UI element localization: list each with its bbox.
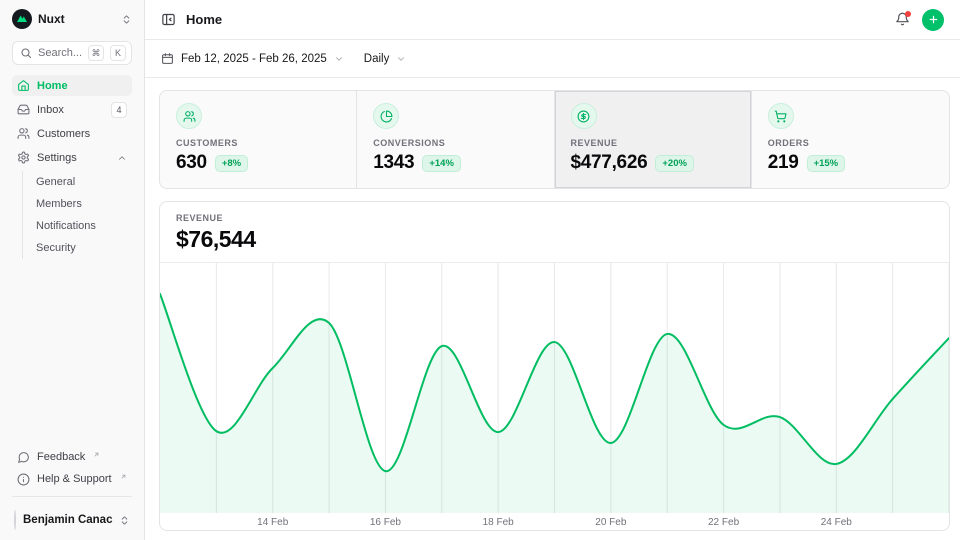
sidebar-item-inbox[interactable]: Inbox 4: [12, 99, 132, 120]
period-select[interactable]: Daily: [364, 53, 407, 65]
chart-value: $76,544: [176, 226, 933, 253]
chart-label: REVENUE: [176, 213, 933, 223]
sidebar-item-notifications[interactable]: Notifications: [36, 215, 132, 237]
stat-card-customers[interactable]: CUSTOMERS 630 +8%: [160, 91, 357, 188]
sidebar: Nuxt Search... ⌘ K Home Inbox 4: [0, 0, 145, 540]
users-icon: [176, 103, 202, 129]
chart-plot-area[interactable]: [160, 263, 949, 513]
delta-badge: +20%: [655, 155, 694, 172]
x-tick: 24 Feb: [821, 517, 852, 528]
workspace-name: Nuxt: [38, 12, 115, 26]
page-title: Home: [186, 12, 222, 27]
x-tick: 20 Feb: [595, 517, 626, 528]
main-panel: Home Feb 12, 2025 - Feb 26, 2025 Daily: [145, 0, 960, 540]
revenue-chart-svg[interactable]: [160, 263, 949, 513]
sidebar-divider: [12, 496, 132, 497]
topbar: Home: [145, 0, 960, 40]
sidebar-nav: Home Inbox 4 Customers Settings Genera: [0, 75, 144, 259]
sidebar-item-customers[interactable]: Customers: [12, 123, 132, 144]
chevron-down-icon: [334, 54, 344, 64]
chart-header: REVENUE $76,544: [160, 202, 949, 263]
message-circle-icon: [17, 451, 30, 464]
add-button[interactable]: [922, 9, 944, 31]
notifications-button[interactable]: [895, 12, 910, 27]
filters-toolbar: Feb 12, 2025 - Feb 26, 2025 Daily: [145, 40, 960, 78]
panel-left-close-icon[interactable]: [161, 12, 176, 27]
search-icon: [20, 47, 32, 59]
kbd-meta: ⌘: [88, 45, 104, 61]
x-tick: 14 Feb: [257, 517, 288, 528]
arrow-up-right-icon: [93, 451, 100, 458]
kbd-key: K: [110, 45, 126, 61]
stat-value: 219: [768, 152, 799, 174]
help-support-link[interactable]: Help & Support: [12, 468, 132, 490]
x-tick: 22 Feb: [708, 517, 739, 528]
chevrons-up-down-icon: [119, 515, 130, 526]
chevron-down-icon: [396, 54, 406, 64]
delta-badge: +14%: [422, 155, 461, 172]
arrow-up-right-icon: [120, 473, 127, 480]
avatar: [14, 510, 16, 530]
chart-x-axis: 14 Feb 16 Feb 18 Feb 20 Feb 22 Feb 24 Fe…: [160, 513, 949, 531]
inbox-icon: [17, 103, 30, 116]
sidebar-footer: Feedback Help & Support: [0, 446, 144, 501]
date-range-picker[interactable]: Feb 12, 2025 - Feb 26, 2025: [161, 52, 344, 65]
x-tick: 16 Feb: [370, 517, 401, 528]
sidebar-item-general[interactable]: General: [36, 171, 132, 193]
sidebar-item-home[interactable]: Home: [12, 75, 132, 96]
notification-dot: [905, 11, 911, 17]
shopping-cart-icon: [768, 103, 794, 129]
user-menu[interactable]: Benjamin Canac: [0, 501, 144, 540]
inbox-count-badge: 4: [111, 102, 127, 118]
calendar-icon: [161, 52, 174, 65]
stat-card-conversions[interactable]: CONVERSIONS 1343 +14%: [357, 91, 554, 188]
chevron-up-icon: [117, 153, 127, 163]
circle-dollar-icon: [571, 103, 597, 129]
x-tick: 18 Feb: [483, 517, 514, 528]
search-placeholder: Search...: [38, 47, 82, 59]
sidebar-item-security[interactable]: Security: [36, 237, 132, 259]
feedback-link[interactable]: Feedback: [12, 446, 132, 468]
gear-icon: [17, 151, 30, 164]
delta-badge: +15%: [807, 155, 846, 172]
stat-card-revenue[interactable]: REVENUE $477,626 +20%: [555, 91, 752, 188]
dashboard-content: CUSTOMERS 630 +8% CONVERSIONS 1343 +14%: [145, 78, 960, 540]
chevrons-up-down-icon: [121, 14, 132, 25]
sidebar-item-settings[interactable]: Settings: [12, 147, 132, 168]
stats-row: CUSTOMERS 630 +8% CONVERSIONS 1343 +14%: [159, 90, 950, 189]
plus-icon: [928, 14, 939, 25]
pie-chart-icon: [373, 103, 399, 129]
search-input[interactable]: Search... ⌘ K: [12, 41, 132, 65]
stat-value: $477,626: [571, 152, 648, 174]
stat-value: 630: [176, 152, 207, 174]
users-icon: [17, 127, 30, 140]
stat-card-orders[interactable]: ORDERS 219 +15%: [752, 91, 949, 188]
home-icon: [17, 79, 30, 92]
info-circle-icon: [17, 473, 30, 486]
revenue-chart-card: REVENUE $76,544 14 Feb 16 Feb 18 Feb 20 …: [159, 201, 950, 531]
nuxt-logo-icon: [12, 9, 32, 29]
delta-badge: +8%: [215, 155, 248, 172]
workspace-switcher[interactable]: Nuxt: [12, 9, 132, 29]
sidebar-item-members[interactable]: Members: [36, 193, 132, 215]
settings-submenu: General Members Notifications Security: [22, 171, 132, 259]
stat-value: 1343: [373, 152, 414, 174]
